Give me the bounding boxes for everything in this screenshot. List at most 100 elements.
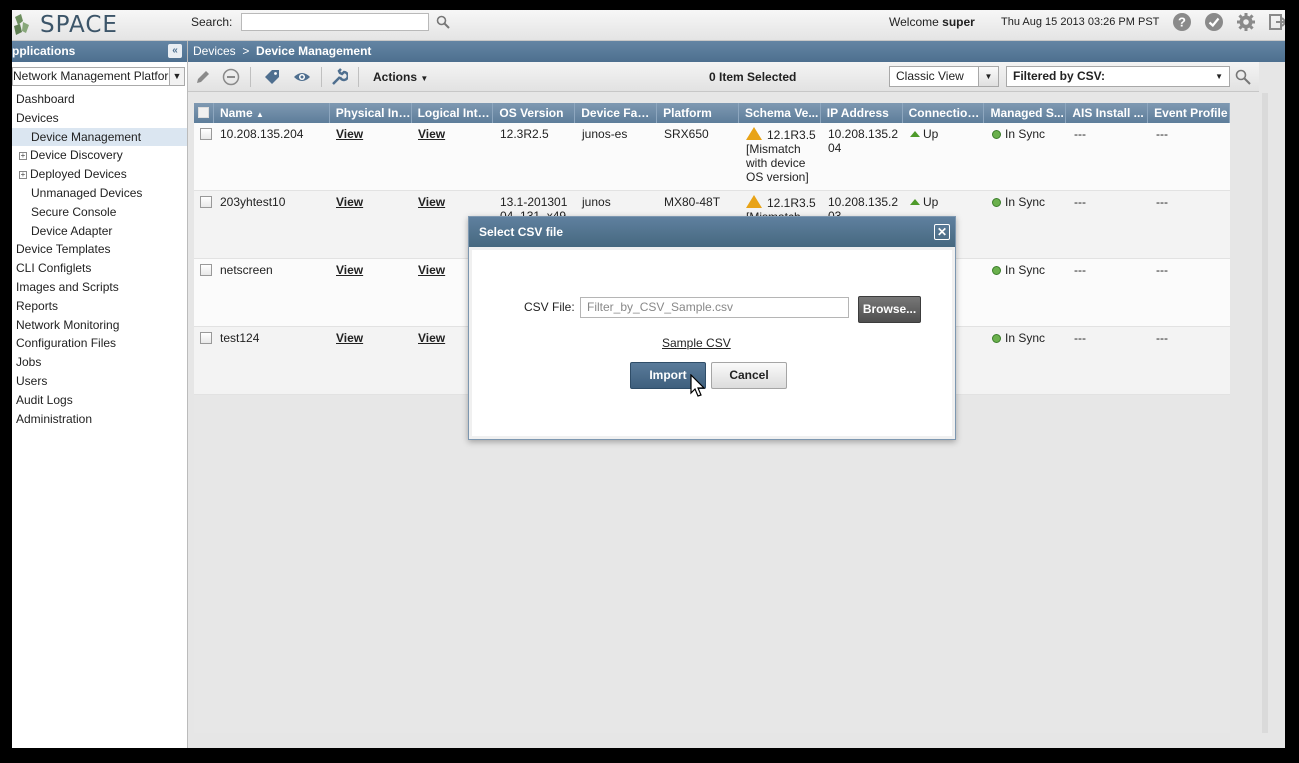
physical-interfaces-view-link[interactable]: View [336,127,363,141]
grid-header: Name ▲ Physical Int... Logical Inte... O… [194,103,1231,123]
cell-ais-install: --- [1074,195,1086,209]
expand-plus-icon[interactable]: + [19,152,27,161]
expand-plus-icon[interactable]: + [19,171,27,180]
column-header-name[interactable]: Name ▲ [214,103,330,123]
nav-item-label: Unmanaged Devices [31,185,143,200]
applications-panel: pplications « Network Management Platfor… [12,41,188,748]
logical-interfaces-view-link[interactable]: View [418,127,445,141]
logical-interfaces-view-link[interactable]: View [418,331,445,345]
column-header-device-family[interactable]: Device Family [575,103,658,123]
delete-minus-icon[interactable] [222,68,240,86]
cell-platform: SRX650 [664,127,709,141]
nav-item-label: Device Discovery [30,148,123,163]
nav-item-device-management[interactable]: Device Management [12,127,187,147]
logout-icon[interactable] [1269,13,1285,31]
logical-interfaces-view-link[interactable]: View [418,195,445,209]
select-all-checkbox[interactable] [194,103,214,123]
column-header-platform[interactable]: Platform [657,103,739,123]
column-header-event-profile[interactable]: Event Profile [1148,103,1231,123]
cell-connection: Up [910,195,938,209]
breadcrumb-devices[interactable]: Devices [193,44,236,58]
search-label: Search: [191,15,233,29]
application-selector[interactable]: Network Management Platform ▼ [12,67,185,86]
nav-item-label: Devices [16,110,59,125]
edit-pencil-icon[interactable] [194,68,212,86]
chevron-down-icon[interactable]: ▼ [169,68,184,85]
nav-item-cli-configlets[interactable]: CLI Configlets [12,259,187,278]
chevron-down-icon[interactable]: ▼ [1215,67,1223,86]
view-mode-value: Classic View [896,69,964,83]
nav-item-label: Network Monitoring [16,317,120,332]
global-search-input[interactable] [241,13,429,31]
column-header-connection[interactable]: Connection... [903,103,985,123]
cell-device-family: junos-es [582,127,628,141]
nav-item-device-discovery[interactable]: + Device Discovery [12,146,187,165]
column-header-physical[interactable]: Physical Int... [330,103,412,123]
actions-label: Actions [373,70,418,84]
nav-item-images-and-scripts[interactable]: Images and Scripts [12,278,187,297]
row-checkbox[interactable] [200,128,212,140]
cell-name: netscreen [220,263,273,277]
nav-item-configuration-files[interactable]: Configuration Files [12,334,187,353]
column-header-schema-version[interactable]: Schema Ve... [739,103,821,123]
nav-item-deployed-devices[interactable]: + Deployed Devices [12,165,187,184]
search-icon[interactable] [436,15,450,29]
filter-search-icon[interactable] [1235,69,1251,85]
cancel-button[interactable]: Cancel [711,362,787,389]
grid-toolbar: Actions ▼ 0 Item Selected Classic View ▼… [188,62,1259,92]
close-icon[interactable]: ✕ [934,224,950,240]
csv-file-input[interactable]: Filter_by_CSV_Sample.csv [580,297,849,318]
nav-item-secure-console[interactable]: Secure Console [12,203,187,222]
csv-file-label: CSV File: [524,300,575,314]
in-sync-icon [992,130,1001,139]
dialog-body: CSV File: Filter_by_CSV_Sample.csv Brows… [472,250,952,436]
tag-icon[interactable] [263,68,281,86]
nav-item-reports[interactable]: Reports [12,297,187,316]
row-checkbox[interactable] [200,196,212,208]
settings-gear-icon[interactable] [1237,13,1255,31]
column-header-managed-status[interactable]: Managed S... [984,103,1067,123]
dialog-title-bar: Select CSV file ✕ [469,217,955,247]
view-mode-select[interactable]: Classic View ▼ [889,66,999,87]
view-eye-icon[interactable] [293,68,311,86]
current-datetime: Thu Aug 15 2013 03:26 PM PST [1001,16,1160,28]
physical-interfaces-view-link[interactable]: View [336,263,363,277]
in-sync-icon [992,198,1001,207]
jobs-check-icon[interactable] [1205,13,1223,31]
cell-os-version: 12.3R2.5 [500,127,549,141]
column-header-ip-address[interactable]: IP Address [821,103,903,123]
nav-item-jobs[interactable]: Jobs [12,353,187,372]
help-icon[interactable]: ? [1173,13,1191,31]
actions-menu[interactable]: Actions ▼ [373,70,428,84]
nav-item-users[interactable]: Users [12,372,187,391]
nav-item-device-adapter[interactable]: Device Adapter [12,222,187,241]
mouse-pointer-icon [690,374,706,397]
physical-interfaces-view-link[interactable]: View [336,195,363,209]
table-row[interactable]: 10.208.135.204 View View 12.3R2.5 junos-… [194,123,1230,191]
nav-item-dashboard[interactable]: Dashboard [12,90,187,109]
physical-interfaces-view-link[interactable]: View [336,331,363,345]
collapse-panel-icon[interactable]: « [168,44,182,58]
nav-item-network-monitoring[interactable]: Network Monitoring [12,316,187,335]
nav-item-audit-logs[interactable]: Audit Logs [12,391,187,410]
vertical-scrollbar[interactable] [1262,93,1268,733]
column-header-ais-install[interactable]: AIS Install ... [1066,103,1149,123]
nav-item-device-templates[interactable]: Device Templates [12,240,187,259]
sample-csv-link[interactable]: Sample CSV [662,336,731,350]
browse-button[interactable]: Browse... [858,296,921,323]
chevron-down-icon[interactable]: ▼ [978,67,998,86]
logical-interfaces-view-link[interactable]: View [418,263,445,277]
row-checkbox[interactable] [200,264,212,276]
filter-select[interactable]: Filtered by CSV: ▼ [1006,66,1230,87]
navigation-tree: Dashboard Devices Device Management + Dev… [12,90,187,428]
nav-item-unmanaged-devices[interactable]: Unmanaged Devices [12,184,187,203]
nav-item-administration[interactable]: Administration [12,410,187,429]
row-checkbox[interactable] [200,332,212,344]
connection-text: Up [923,127,939,141]
wrench-icon[interactable] [330,68,348,86]
nav-item-label: Images and Scripts [16,279,119,294]
select-csv-dialog: Select CSV file ✕ CSV File: Filter_by_CS… [468,216,956,440]
column-header-os-version[interactable]: OS Version [493,103,576,123]
column-header-logical[interactable]: Logical Inte... [412,103,494,123]
nav-item-devices[interactable]: Devices [12,109,187,128]
